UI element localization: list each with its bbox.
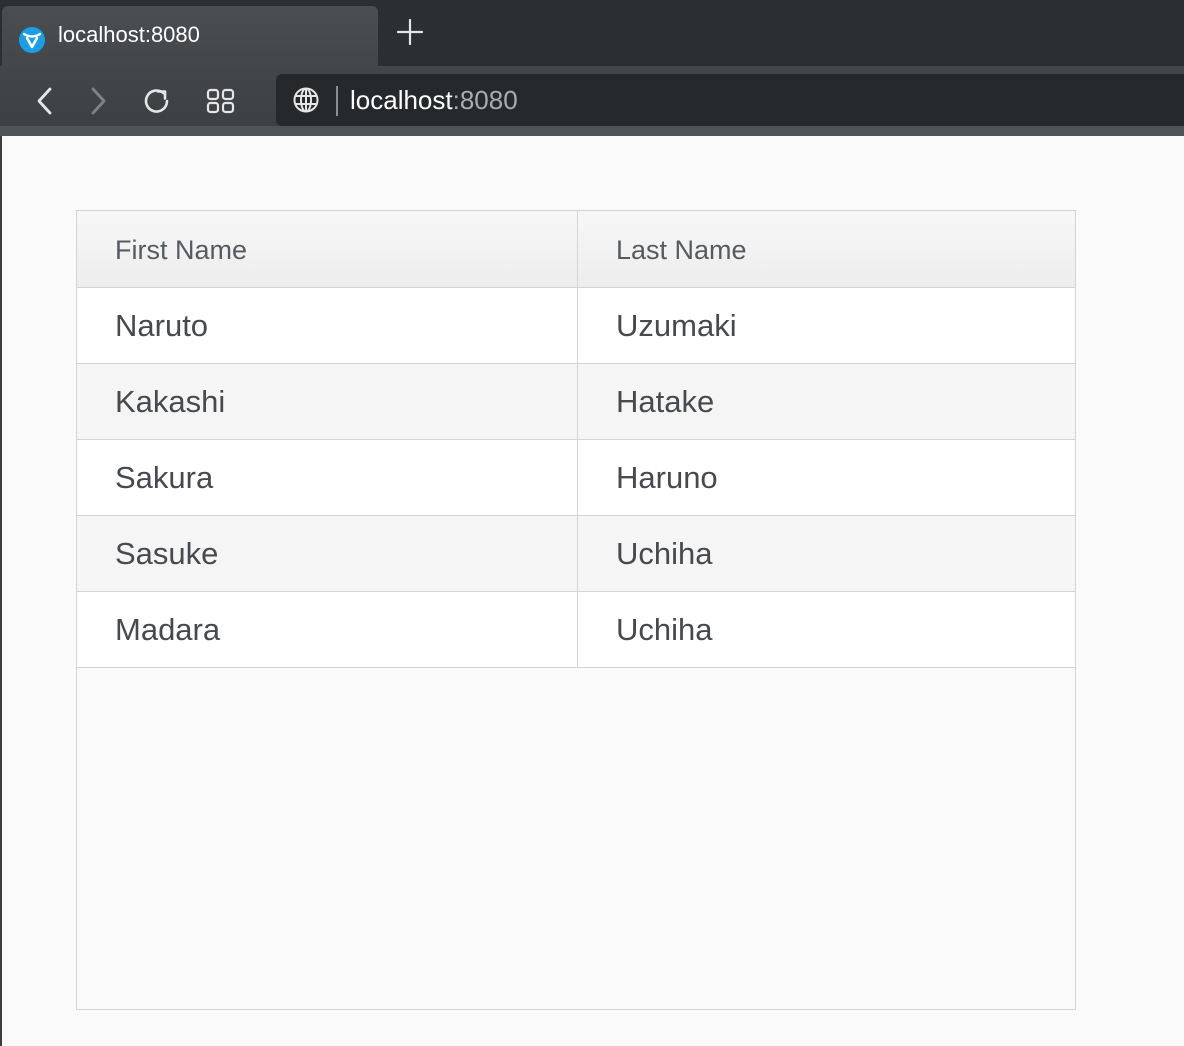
- table-row[interactable]: Sakura Haruno: [77, 440, 1075, 516]
- cell-first-name: Kakashi: [115, 384, 226, 419]
- cell-last-name: Hatake: [577, 364, 1075, 439]
- browser-tab[interactable]: localhost:8080: [2, 6, 378, 66]
- vaadin-logo-icon: [19, 27, 45, 53]
- grid-header: First Name Last Name: [77, 211, 1075, 288]
- cell-first-name: Sakura: [115, 460, 214, 495]
- plus-icon[interactable]: [392, 14, 428, 50]
- window-edge: [0, 136, 2, 1046]
- address-port: :8080: [452, 85, 518, 115]
- column-header-last-name[interactable]: Last Name: [577, 211, 1075, 287]
- toolbar-bottom-edge: [0, 126, 1184, 136]
- cell-first-name: Sasuke: [115, 536, 219, 571]
- table-row[interactable]: Naruto Uzumaki: [77, 288, 1075, 364]
- browser-chrome: localhost:8080 localhost:8080: [0, 0, 1184, 136]
- cell-last-name: Uzumaki: [577, 288, 1075, 363]
- address-url[interactable]: localhost:8080: [350, 85, 518, 115]
- column-header-first-name[interactable]: First Name: [77, 211, 577, 287]
- tab-strip: localhost:8080: [0, 0, 1184, 66]
- globe-icon[interactable]: [292, 86, 320, 114]
- cell-last-name: Uchiha: [577, 592, 1075, 667]
- table-row[interactable]: Sasuke Uchiha: [77, 516, 1075, 592]
- tab-title: localhost:8080: [58, 22, 200, 47]
- cell-first-name: Naruto: [115, 308, 209, 343]
- chevron-left-icon[interactable]: [28, 84, 64, 118]
- cell-last-name: Uchiha: [577, 516, 1075, 591]
- cell-first-name: Madara: [115, 612, 221, 647]
- table-row[interactable]: Madara Uchiha: [77, 592, 1075, 668]
- address-host: localhost: [350, 85, 453, 115]
- chevron-right-icon[interactable]: [80, 84, 116, 118]
- grid-icon[interactable]: [203, 84, 239, 118]
- cell-last-name: Haruno: [577, 440, 1075, 515]
- reload-icon[interactable]: [139, 84, 175, 118]
- data-grid[interactable]: First Name Last Name Naruto Uzumaki Kaka…: [76, 210, 1076, 1010]
- table-row[interactable]: Kakashi Hatake: [77, 364, 1075, 440]
- address-bar[interactable]: localhost:8080: [276, 74, 1184, 126]
- address-separator: [336, 86, 338, 116]
